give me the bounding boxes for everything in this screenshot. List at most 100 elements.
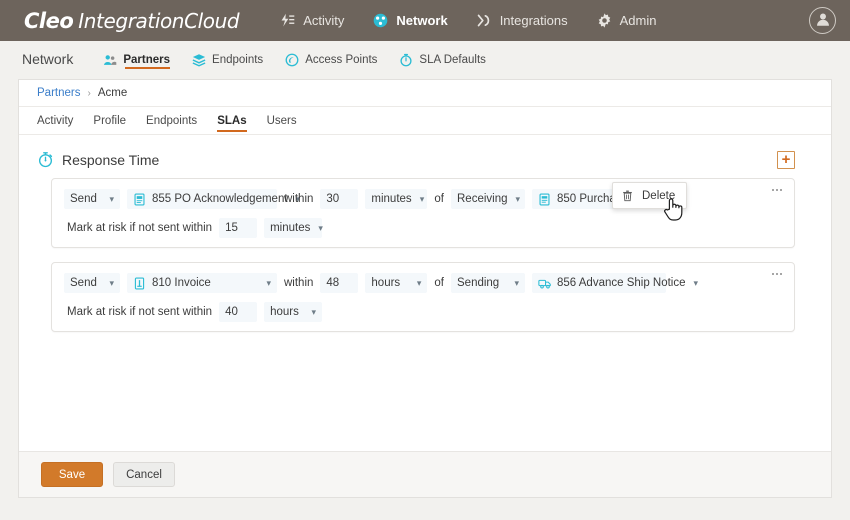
sla-unit-select[interactable]: minutes ▾ [365,189,428,209]
primary-nav: Activity Network Integrations Admin [277,8,658,33]
app-header: Cleo IntegrationCloud Activity Network I… [0,0,850,41]
sla-risk-unit-value: minutes [270,222,311,234]
sla-document-value: 810 Invoice [152,277,211,289]
sla-row-risk: Mark at risk if not sent within 15 minut… [64,218,782,238]
breadcrumb-separator-icon: › [87,87,91,99]
tab-label-endpoints: Endpoints [146,114,198,127]
chevron-down-icon: ▾ [419,193,425,204]
network-icon [372,12,389,29]
invoice-icon [133,277,146,290]
kebab-menu-icon[interactable] [768,267,786,281]
chevron-down-icon: ▾ [311,306,317,317]
cancel-button[interactable]: Cancel [113,462,175,487]
form-actions: Save Cancel [19,451,831,497]
sla-within-label: within [284,193,314,205]
nav-item-activity[interactable]: Activity [277,8,346,33]
nav-item-admin[interactable]: Admin [594,8,659,33]
sla-risk-unit-value: hours [270,306,299,318]
sla-risk-unit-select[interactable]: hours ▾ [264,302,323,322]
sla-risk-label: Mark at risk if not sent within [67,306,213,318]
sla-counter-direction-select[interactable]: Receiving ▾ [451,189,525,209]
subnav-label-sla-defaults: SLA Defaults [419,53,486,66]
sla-direction-select[interactable]: Send ▾ [64,273,120,293]
add-sla-label: + [781,151,791,168]
sla-amount-input[interactable]: 48 [320,273,359,293]
breadcrumb: Partners › Acme [19,80,831,107]
user-avatar-button[interactable] [809,7,836,34]
sla-within-label: within [284,277,314,289]
sla-document-select[interactable]: 810 Invoice ▾ [127,273,277,293]
row-context-menu: Delete [612,182,687,209]
nav-label-activity: Activity [303,13,345,28]
nav-label-network: Network [396,13,448,28]
sla-of-label: of [434,277,444,289]
endpoints-icon [192,53,206,67]
chevron-down-icon: ▾ [318,222,323,233]
partners-icon [103,53,117,67]
tab-activity[interactable]: Activity [37,107,73,135]
subnav-item-access-points[interactable]: Access Points [285,41,377,76]
content-card: Partners › Acme Activity Profile Endpoin… [18,79,832,498]
tab-label-profile: Profile [93,114,127,127]
tab-label-users: Users [266,114,297,127]
sla-amount-input[interactable]: 30 [320,189,359,209]
delete-menu-item[interactable]: Delete [642,190,675,202]
sla-document-select[interactable]: 855 PO Acknowledgement ▾ [127,189,300,209]
subnav-label-partners: Partners [123,53,171,66]
trash-icon [622,190,633,202]
sla-risk-amount-value: 40 [225,306,238,318]
integrations-icon [476,12,493,29]
nav-label-integrations: Integrations [499,13,568,28]
user-avatar-icon [814,10,832,31]
activity-icon [279,12,296,29]
subnav-item-endpoints[interactable]: Endpoints [192,41,263,76]
document-icon [538,193,551,206]
tab-label-slas: SLAs [217,114,247,127]
add-sla-button[interactable]: + [777,151,795,169]
section-title: Response Time [62,151,160,168]
chevron-down-icon: ▾ [266,277,271,288]
nav-item-integrations[interactable]: Integrations [474,8,570,33]
chevron-down-icon: ▾ [109,277,114,288]
tab-endpoints[interactable]: Endpoints [146,107,197,135]
sla-row-main: Send ▾ 810 Invoice ▾ within 48 hours ▾ o… [64,273,782,293]
stopwatch-icon [37,151,54,168]
chevron-down-icon: ▾ [109,193,114,204]
sla-amount-value: 30 [326,193,340,205]
sla-risk-unit-select[interactable]: minutes ▾ [264,218,323,238]
sla-counter-direction-value: Sending [457,277,500,289]
sla-direction-select[interactable]: Send ▾ [64,189,120,209]
kebab-menu-icon[interactable] [768,183,786,197]
sla-unit-select[interactable]: hours ▾ [365,273,428,293]
sla-direction-value: Send [70,193,97,205]
app-logo[interactable]: Cleo IntegrationCloud [24,8,240,33]
sla-direction-value: Send [70,277,97,289]
slas-panel: Response Time + Send ▾ 855 PO Acknowledg… [19,135,831,451]
truck-icon [538,277,551,290]
breadcrumb-link-partners[interactable]: Partners [37,87,80,99]
sla-counter-direction-select[interactable]: Sending ▾ [451,273,525,293]
sla-unit-value: hours [371,277,401,289]
section-nav-title: Network [22,50,74,67]
save-button[interactable]: Save [41,462,103,487]
subnav-item-partners[interactable]: Partners [103,41,170,76]
sla-of-label: of [434,193,444,205]
brand-name-primary: Cleo [24,8,74,33]
subnav-item-sla-defaults[interactable]: SLA Defaults [399,41,486,76]
tab-label-activity: Activity [37,114,74,127]
chevron-down-icon: ▾ [514,277,519,288]
tab-users[interactable]: Users [267,107,297,135]
sla-row: Send ▾ 810 Invoice ▾ within 48 hours ▾ o… [51,262,795,332]
sla-defaults-icon [399,53,413,67]
partner-tabs: Activity Profile Endpoints SLAs Users [19,107,831,135]
tab-profile[interactable]: Profile [93,107,126,135]
sla-risk-amount-input[interactable]: 40 [219,302,258,322]
nav-item-network[interactable]: Network [370,8,449,33]
tab-slas[interactable]: SLAs [217,107,248,135]
brand-name-secondary: IntegrationCloud [78,8,240,33]
sla-rows-list: Send ▾ 855 PO Acknowledgement ▾ within 3… [37,178,813,332]
subnav-label-endpoints: Endpoints [212,53,264,66]
sla-risk-amount-input[interactable]: 15 [219,218,258,238]
document-icon [133,193,146,206]
sla-counter-document-select[interactable]: 856 Advance Ship Notice ▾ [532,273,698,293]
